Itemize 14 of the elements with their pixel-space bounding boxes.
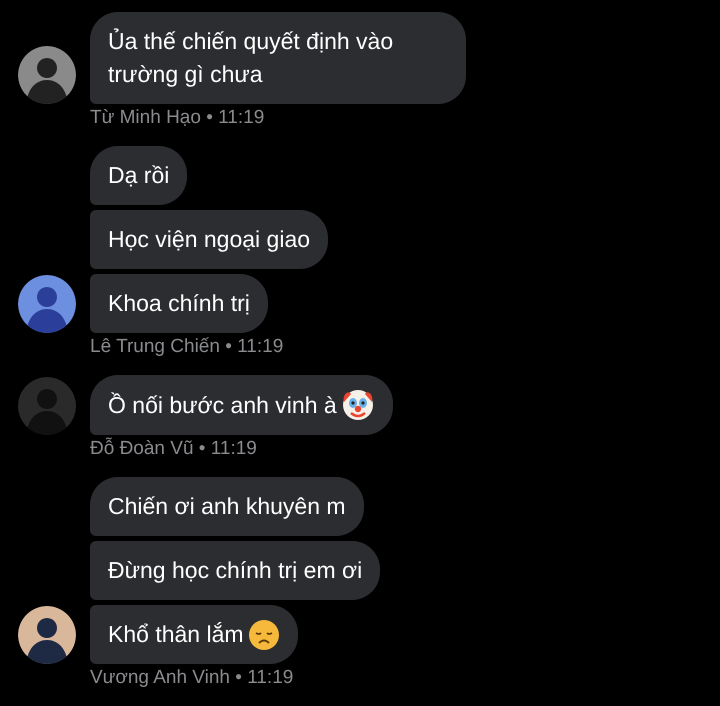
message-text: Dạ rồi — [108, 161, 170, 190]
sender-and-time: Đỗ Đoàn Vũ • 11:19 — [90, 437, 258, 461]
message-text: Khoa chính trị — [108, 289, 250, 318]
message-text: Khổ thân lắm — [108, 620, 244, 649]
sender-and-time: Lê Trung Chiến • 11:19 — [90, 335, 284, 359]
sender-and-time: Từ Minh Hạo • 11:19 — [90, 106, 266, 130]
clown-face-icon — [340, 388, 375, 422]
sad-face-icon — [248, 618, 280, 650]
message-text: Ồ nối bước anh vinh à — [108, 390, 337, 420]
message-text: Đừng học chính trị em ơi — [108, 556, 362, 585]
message-text: Ủa thế chiến quyết định vào trường gì chưa — [108, 27, 394, 89]
sender-and-time: Vương Anh Vinh • 11:19 — [90, 666, 294, 690]
message-text: Học viện ngoại giao — [108, 225, 310, 254]
message-text: Chiến ơi anh khuyên m — [108, 492, 346, 521]
